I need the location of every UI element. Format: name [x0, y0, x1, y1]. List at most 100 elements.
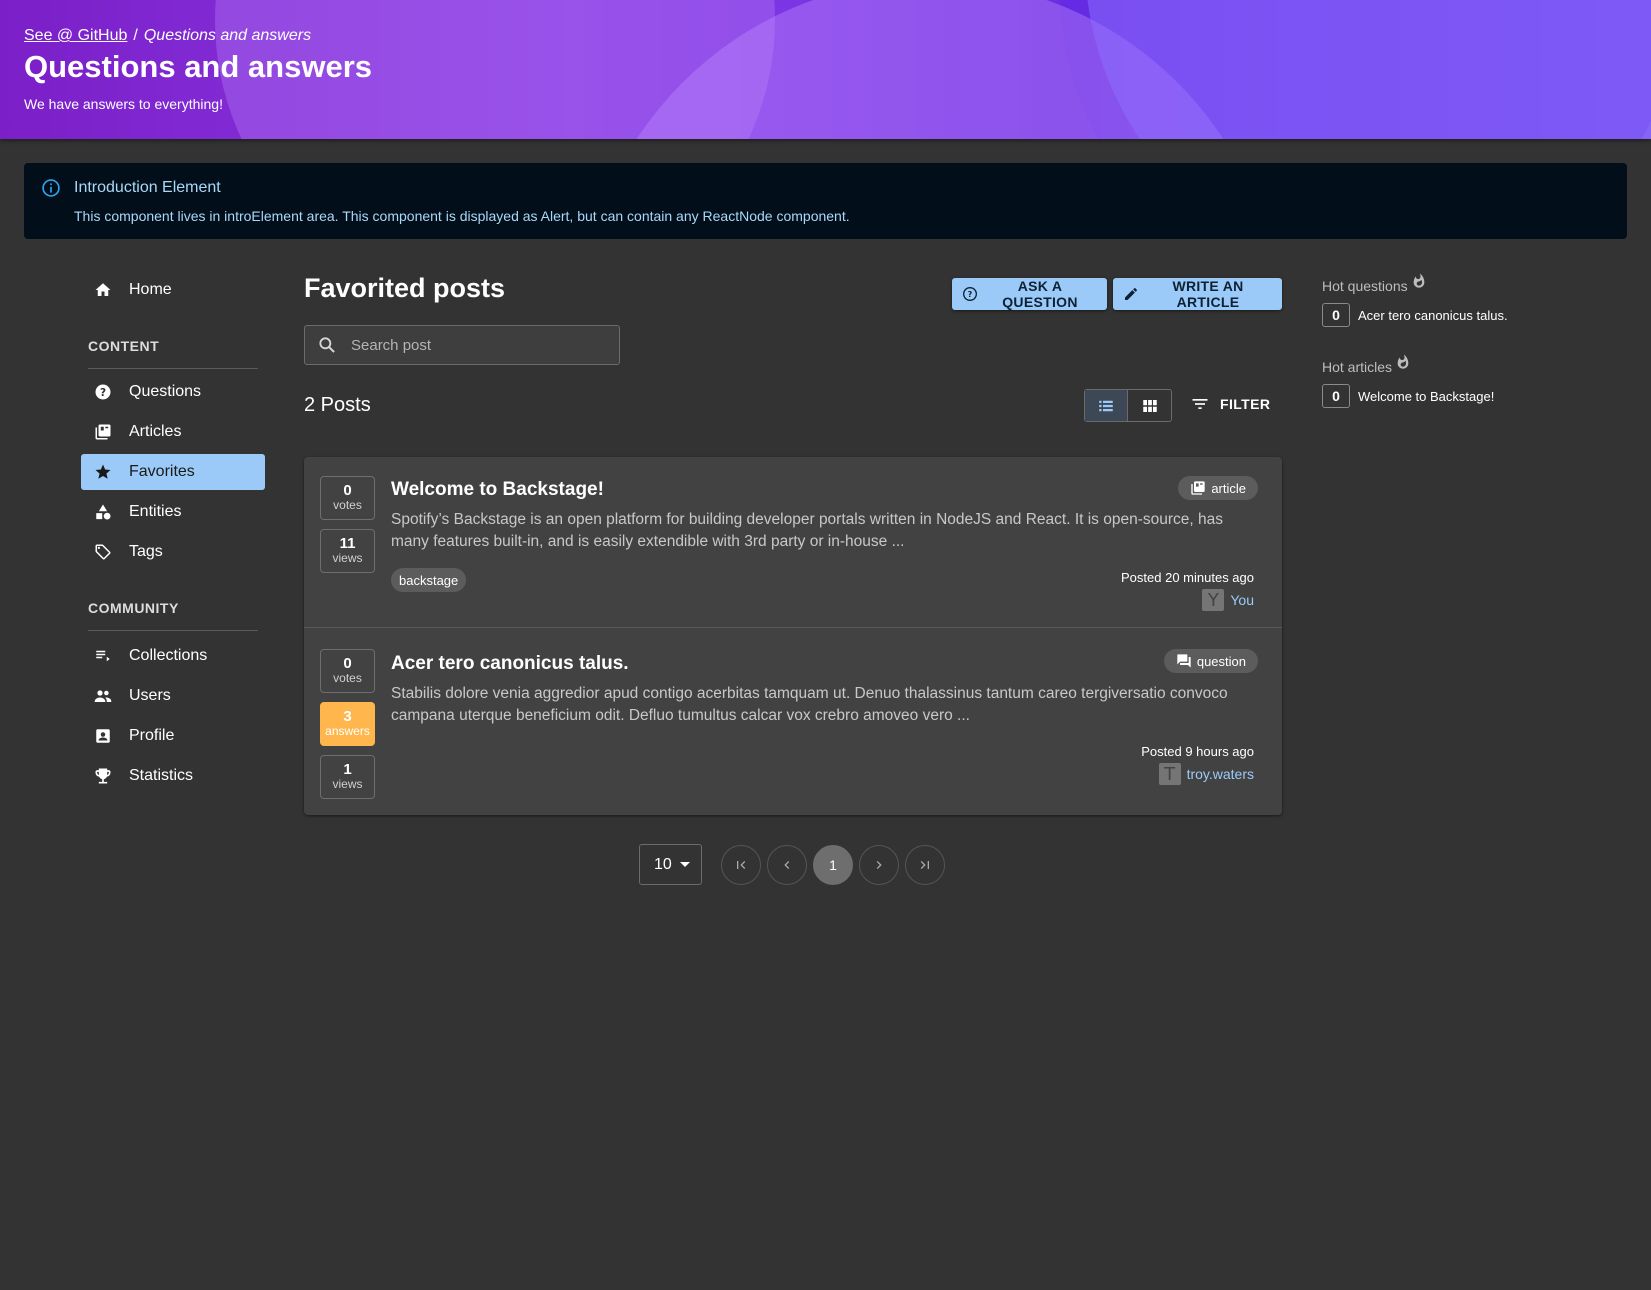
- sidebar-item-label: Users: [129, 687, 171, 704]
- sidebar-item-articles[interactable]: Articles: [81, 414, 265, 450]
- list-view-button[interactable]: [1085, 390, 1128, 421]
- sidebar-item-label: Tags: [129, 543, 163, 560]
- intro-title: Introduction Element: [74, 179, 221, 196]
- chevron-right-icon: [876, 861, 882, 869]
- sidebar-item-statistics[interactable]: Statistics: [81, 758, 265, 794]
- shapes-icon: [93, 502, 113, 522]
- hot-questions-heading: Hot questions: [1322, 272, 1427, 294]
- votes-stat: 0 votes: [320, 649, 375, 693]
- next-page-button[interactable]: [859, 845, 899, 885]
- svg-text:?: ?: [968, 290, 973, 299]
- hot-question-title[interactable]: Acer tero canonicus talus.: [1358, 308, 1508, 323]
- votes-stat: 0 votes: [320, 476, 375, 520]
- post-type-chip: question: [1163, 649, 1258, 673]
- posted-time: Posted 9 hours ago: [1141, 744, 1254, 759]
- sidebar-heading-community: COMMUNITY: [88, 600, 179, 616]
- answers-label: answers: [325, 724, 370, 738]
- trophy-icon: [93, 766, 113, 786]
- sidebar-item-label: Articles: [129, 423, 182, 440]
- sidebar-heading-content: CONTENT: [88, 338, 160, 354]
- views-label: views: [332, 777, 363, 791]
- page-subtitle: We have answers to everything!: [24, 96, 223, 112]
- answers-stat: 3 answers: [320, 702, 375, 746]
- last-page-icon: [920, 861, 929, 869]
- grid-view-button[interactable]: [1128, 390, 1171, 421]
- sidebar-divider: [88, 630, 258, 631]
- sidebar-item-collections[interactable]: Collections: [81, 638, 265, 674]
- ask-question-button[interactable]: ? ASK A QUESTION: [952, 278, 1107, 310]
- hot-article-title[interactable]: Welcome to Backstage!: [1358, 389, 1494, 404]
- author-name[interactable]: troy.waters: [1187, 766, 1254, 782]
- hot-article-count: 0: [1322, 384, 1350, 408]
- hot-articles-heading: Hot articles: [1322, 353, 1411, 375]
- ask-question-label: ASK A QUESTION: [1002, 278, 1078, 310]
- votes-label: votes: [333, 498, 362, 512]
- avatar: Y: [1202, 589, 1225, 611]
- sidebar-item-questions[interactable]: ? Questions: [81, 374, 265, 410]
- forum-icon: [1177, 654, 1191, 668]
- votes-count: 0: [343, 482, 352, 499]
- article-icon: [1191, 481, 1205, 495]
- last-page-button[interactable]: [905, 845, 945, 885]
- views-stat: 1 views: [320, 755, 375, 799]
- sidebar-item-label: Profile: [129, 727, 175, 744]
- page-header: See @ GitHub / Questions and answers Quest…: [0, 0, 1651, 139]
- sidebar-item-profile[interactable]: Profile: [81, 718, 265, 754]
- filter-icon: [1192, 399, 1208, 409]
- hot-questions-label: Hot questions: [1322, 278, 1408, 294]
- search-input[interactable]: [351, 336, 601, 354]
- filter-button[interactable]: FILTER: [1190, 394, 1270, 414]
- sidebar-divider: [88, 368, 258, 369]
- sidebar-item-entities[interactable]: Entities: [81, 494, 265, 530]
- home-icon: [93, 280, 113, 300]
- post-type-label: question: [1196, 653, 1246, 669]
- post-excerpt: Stabilis dolore venia aggredior apud con…: [391, 685, 1228, 724]
- post-type-label: article: [1211, 480, 1246, 496]
- views-label: views: [332, 551, 363, 565]
- sidebar-item-label: Home: [129, 281, 172, 298]
- grid-view-icon: [1142, 399, 1157, 412]
- breadcrumb-github-link[interactable]: See @ GitHub: [24, 27, 127, 44]
- chevron-left-icon: [784, 861, 790, 869]
- articles-icon: [93, 422, 113, 442]
- page-number-button[interactable]: 1: [813, 845, 853, 885]
- sidebar-item-tags[interactable]: Tags: [81, 534, 265, 570]
- info-icon: [42, 179, 60, 197]
- sidebar-item-users[interactable]: Users: [81, 678, 265, 714]
- help-circle-icon: ?: [93, 382, 113, 402]
- sidebar-item-favorites[interactable]: Favorites: [81, 454, 265, 490]
- hot-articles-label: Hot articles: [1322, 359, 1393, 375]
- tag-chip[interactable]: backstage: [391, 568, 467, 592]
- people-icon: [93, 686, 113, 706]
- list-view-icon: [1099, 400, 1113, 411]
- post-divider: [304, 627, 1282, 628]
- posted-time: Posted 20 minutes ago: [1121, 570, 1254, 585]
- author[interactable]: Y You: [1202, 589, 1254, 611]
- answers-count: 3: [343, 708, 352, 725]
- whatshot-icon: [1397, 354, 1409, 369]
- page-size-select[interactable]: 10: [639, 844, 702, 885]
- previous-page-button[interactable]: [767, 845, 807, 885]
- account-box-icon: [93, 726, 113, 746]
- breadcrumb-current: Questions and answers: [143, 27, 312, 44]
- first-page-button[interactable]: [721, 845, 761, 885]
- author[interactable]: T troy.waters: [1158, 763, 1254, 785]
- playlist-icon: [93, 646, 113, 666]
- intro-alert: Introduction Element This component live…: [24, 163, 1627, 239]
- author-name[interactable]: You: [1230, 592, 1254, 608]
- hot-question-item[interactable]: 0 Acer tero canonicus talus.: [1322, 303, 1508, 327]
- search-post-field[interactable]: [304, 325, 620, 365]
- sidebar-item-label: Favorites: [129, 463, 195, 480]
- star-icon: [93, 462, 113, 482]
- header-decoration: [1085, 0, 1651, 139]
- post-list: 0 votes 11 views Welcome to Backstage! S…: [304, 457, 1282, 815]
- post-title[interactable]: Welcome to Backstage!: [391, 479, 604, 501]
- views-count: 1: [343, 761, 352, 778]
- sidebar-item-home[interactable]: Home: [81, 272, 265, 308]
- write-article-button[interactable]: WRITE AN ARTICLE: [1113, 278, 1282, 310]
- hot-article-item[interactable]: 0 Welcome to Backstage!: [1322, 384, 1494, 408]
- sidebar-item-label: Questions: [129, 383, 202, 400]
- views-stat: 11 views: [320, 529, 375, 573]
- post-title[interactable]: Acer tero canonicus talus.: [391, 653, 629, 675]
- write-article-label: WRITE AN ARTICLE: [1172, 278, 1244, 310]
